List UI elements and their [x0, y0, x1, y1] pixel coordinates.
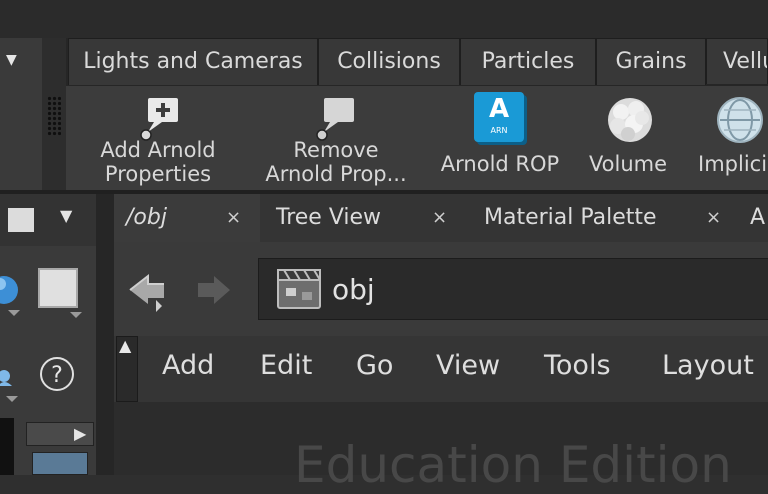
remove-properties-icon	[316, 98, 354, 141]
top-strip	[0, 0, 768, 38]
tab-label: /obj	[126, 205, 167, 230]
shelf-tab-collisions[interactable]: Collisions	[318, 38, 460, 85]
sphere-tool-icon[interactable]	[0, 266, 30, 326]
shelf-tab-label: Vellu	[723, 49, 767, 74]
tool-label: Add Arnold	[100, 138, 216, 162]
tool-label: Implici	[698, 152, 768, 176]
menu-layout[interactable]: Layout	[662, 350, 754, 381]
implicit-tool[interactable]: Implici	[688, 86, 768, 190]
path-text: obj	[332, 273, 375, 306]
remove-arnold-properties-tool[interactable]: Remove Arnold Prop...	[256, 86, 416, 190]
light-tool-icon[interactable]	[0, 356, 30, 412]
tool-label: Volume	[588, 152, 668, 176]
shelf-tools: Add Arnold Properties Remove Arnold Prop…	[66, 86, 768, 190]
shelf-tab-grains[interactable]: Grains	[596, 38, 706, 85]
help-icon[interactable]: ?	[40, 357, 74, 391]
shelf-tab-label: Particles	[481, 49, 575, 74]
swatch-icon[interactable]	[32, 452, 88, 475]
left-pane-separator[interactable]	[96, 194, 114, 475]
add-arnold-properties-tool[interactable]: Add Arnold Properties	[88, 86, 228, 190]
tab-obj[interactable]: /obj ×	[114, 194, 261, 242]
tab-tree-view[interactable]: Tree View ×	[260, 194, 467, 242]
tab-label: Tree View	[276, 205, 382, 230]
menu-view[interactable]: View	[436, 350, 500, 381]
box-tool-icon[interactable]	[36, 266, 92, 326]
arnold-rop-icon: A ARN	[474, 92, 528, 146]
menu-tools[interactable]: Tools	[544, 350, 611, 381]
obj-network-icon	[277, 269, 321, 309]
shelf-tab-particles[interactable]: Particles	[460, 38, 596, 85]
tab-material-palette[interactable]: Material Palette ×	[466, 194, 735, 242]
tool-label: Remove	[293, 138, 379, 162]
layout-icon[interactable]	[8, 208, 34, 232]
tool-label: Arnold Prop...	[265, 162, 407, 186]
tab-label: Material Palette	[484, 205, 657, 230]
arnold-rop-tool[interactable]: A ARN Arnold ROP	[434, 86, 566, 190]
shelf-tab-label: Collisions	[337, 49, 441, 74]
add-properties-icon	[140, 98, 178, 141]
education-watermark: Education Edition	[294, 436, 732, 494]
grip-dots-icon	[47, 96, 61, 136]
layout-menu-arrow-icon[interactable]: ▼	[60, 206, 72, 225]
tool-label: Properties	[104, 162, 212, 186]
close-icon[interactable]: ×	[706, 194, 721, 242]
shelf-tab-bar: Lights and Cameras Collisions Particles …	[66, 38, 768, 86]
implicit-icon	[717, 97, 763, 143]
close-icon[interactable]: ×	[226, 194, 241, 242]
menu-edit[interactable]: Edit	[260, 350, 312, 381]
tool-label: Arnold ROP	[440, 152, 560, 176]
menu-go[interactable]: Go	[356, 350, 393, 381]
arnold-rop-glyph-sub: ARN	[490, 126, 508, 135]
close-icon[interactable]: ×	[432, 194, 447, 242]
volume-icon	[608, 98, 652, 142]
scroll-up-arrow-icon[interactable]: ▲	[119, 336, 131, 355]
shelf-tab-label: Grains	[615, 49, 687, 74]
shelf-tab-lights-and-cameras[interactable]: Lights and Cameras	[68, 38, 318, 85]
volume-tool[interactable]: Volume	[580, 86, 676, 190]
forward-arrow-icon[interactable]	[192, 272, 234, 308]
shelf-menu-arrow-icon[interactable]: ▼	[6, 52, 26, 72]
play-arrow-icon[interactable]: ▶	[74, 424, 86, 443]
arnold-rop-glyph: A	[488, 94, 510, 124]
pane-tab-bar: /obj × Tree View × Material Palette × A	[114, 194, 768, 242]
left-pane-edge	[0, 418, 14, 475]
back-arrow-icon[interactable]	[126, 270, 172, 312]
tab-label: A	[750, 205, 766, 230]
shelf-tab-label: Lights and Cameras	[83, 49, 303, 74]
menu-add[interactable]: Add	[162, 350, 214, 381]
shelf-tab-vellum[interactable]: Vellu	[706, 38, 768, 84]
tab-overflow[interactable]: A	[734, 194, 768, 242]
